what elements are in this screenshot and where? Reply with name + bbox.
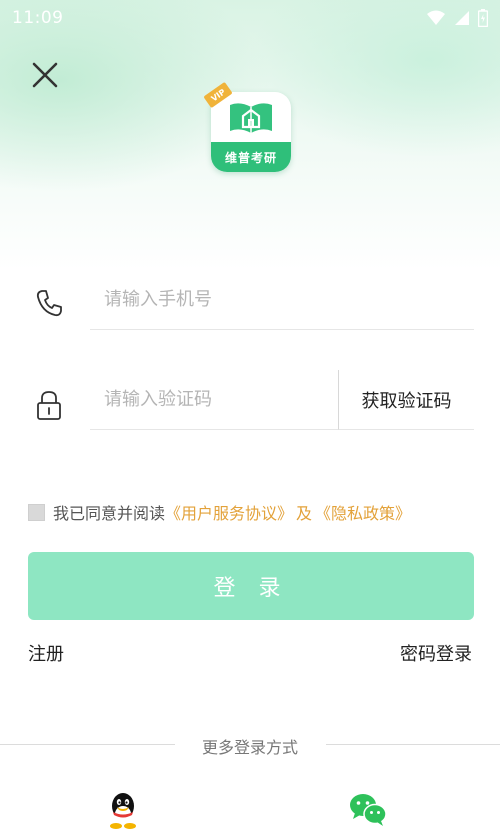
logo-card: 维普考研 — [211, 92, 291, 172]
phone-icon — [32, 286, 66, 320]
book-house-icon — [230, 103, 272, 133]
lock-icon — [32, 388, 66, 422]
agreement-checkbox[interactable] — [28, 503, 45, 521]
register-link[interactable]: 注册 — [28, 640, 64, 666]
get-code-button[interactable]: 获取验证码 — [338, 370, 474, 430]
qq-icon — [110, 793, 136, 829]
signal-icon — [455, 11, 469, 25]
wechat-login-button[interactable] — [348, 790, 388, 830]
agreement-prefix: 我已同意并阅读 — [53, 504, 166, 523]
privacy-policy-link[interactable]: 《隐私政策》 — [315, 500, 411, 524]
status-bar: 11:09 — [0, 0, 500, 36]
phone-row — [0, 270, 500, 330]
agreement-row: 我已同意并阅读 《用户服务协议》 及 《隐私政策》 — [28, 500, 411, 524]
status-time: 11:09 — [12, 8, 64, 28]
phone-input[interactable] — [90, 270, 474, 330]
logo-text: 维普考研 — [211, 142, 291, 172]
divider-right — [326, 744, 500, 745]
close-icon — [32, 62, 58, 88]
app-logo: 维普考研 VIP — [203, 81, 291, 178]
wechat-icon — [350, 794, 387, 826]
close-button[interactable] — [28, 58, 62, 92]
code-row: 获取验证码 — [0, 370, 500, 430]
login-button[interactable]: 登 录 — [28, 552, 474, 620]
wifi-icon — [427, 10, 445, 25]
password-login-link[interactable]: 密码登录 — [400, 640, 472, 666]
code-input[interactable] — [90, 370, 338, 430]
more-login-label: 更多登录方式 — [201, 738, 298, 757]
qq-login-button[interactable] — [103, 790, 143, 830]
user-agreement-link[interactable]: 《用户服务协议》 — [165, 500, 293, 524]
agreement-and: 及 — [296, 504, 313, 523]
battery-icon — [478, 9, 488, 27]
status-icons — [426, 9, 488, 27]
